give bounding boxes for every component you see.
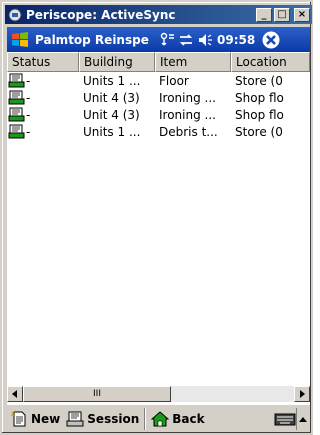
table-row[interactable]: - Unit 4 (3) Ironing ... Shop flo xyxy=(7,106,310,123)
window-title-bar[interactable]: Periscope: ActiveSync _ □ × xyxy=(5,5,312,24)
minimize-button[interactable]: _ xyxy=(256,7,272,22)
nav-title: Palmtop Reinspe xyxy=(35,32,149,47)
column-header-location[interactable]: Location xyxy=(231,52,310,72)
session-icon xyxy=(66,411,84,426)
table-row[interactable]: - Unit 4 (3) Ironing ... Shop flo xyxy=(7,89,310,106)
maximize-button[interactable]: □ xyxy=(274,7,290,22)
record-status-icon xyxy=(8,107,25,122)
pocketpc-nav-bar: Palmtop Reinspe 09:58 xyxy=(7,27,310,52)
session-button[interactable]: Session xyxy=(63,407,142,431)
record-status-icon xyxy=(8,73,25,88)
session-label: Session xyxy=(87,411,140,426)
home-icon xyxy=(151,410,170,426)
back-button[interactable]: Back xyxy=(148,407,207,431)
input-menu-button[interactable] xyxy=(296,407,308,430)
row-item: Debris t... xyxy=(159,124,218,139)
close-window-button[interactable]: × xyxy=(294,7,310,22)
app-window: Periscope: ActiveSync _ □ × Palmtop Rein… xyxy=(0,0,313,435)
row-status: - xyxy=(26,107,31,122)
horizontal-scrollbar[interactable]: III xyxy=(7,386,310,402)
record-status-icon xyxy=(8,124,25,139)
arrow-right-icon xyxy=(300,390,305,398)
row-building: Units 1 ... xyxy=(83,124,141,139)
row-building: Unit 4 (3) xyxy=(83,90,140,105)
inspection-list[interactable]: Status Building Item Location - Units 1 … xyxy=(7,52,310,386)
scroll-left-button[interactable] xyxy=(7,386,23,402)
clock[interactable]: 09:58 xyxy=(217,33,255,47)
column-header-building[interactable]: Building xyxy=(79,52,155,72)
scroll-thumb[interactable]: III xyxy=(23,386,171,402)
row-item: Ironing ... xyxy=(159,90,216,105)
close-icon[interactable] xyxy=(261,30,281,50)
row-location: Shop flo xyxy=(235,90,284,105)
list-header: Status Building Item Location xyxy=(7,52,310,72)
device-screen: Palmtop Reinspe 09:58 Status Building It… xyxy=(7,27,310,432)
row-item: Floor xyxy=(159,73,189,88)
table-row[interactable]: - Units 1 ... Debris t... Store (0 xyxy=(7,123,310,140)
arrow-left-icon xyxy=(12,390,17,398)
table-row[interactable]: - Units 1 ... Floor Store (0 xyxy=(7,72,310,89)
row-status: - xyxy=(26,124,31,139)
record-status-icon xyxy=(8,90,25,105)
scroll-right-button[interactable] xyxy=(294,386,310,402)
separator xyxy=(144,407,147,430)
row-building: Unit 4 (3) xyxy=(83,107,140,122)
back-label: Back xyxy=(172,411,205,426)
periscope-app-icon xyxy=(8,8,22,21)
column-header-status[interactable]: Status xyxy=(7,52,79,72)
row-status: - xyxy=(26,73,31,88)
row-location: Shop flo xyxy=(235,107,284,122)
start-icon[interactable] xyxy=(9,29,31,51)
new-button[interactable]: New xyxy=(7,407,63,431)
connection-icon[interactable] xyxy=(159,32,175,48)
column-header-item[interactable]: Item xyxy=(155,52,231,72)
command-bar: New Session Back xyxy=(7,404,310,432)
new-document-icon xyxy=(11,410,26,426)
sync-icon[interactable] xyxy=(178,32,194,48)
new-label: New xyxy=(31,411,61,426)
row-location: Store (0 xyxy=(235,124,283,139)
keyboard-icon[interactable] xyxy=(274,411,296,427)
row-status: - xyxy=(26,90,31,105)
window-title: Periscope: ActiveSync xyxy=(26,7,176,22)
chevron-up-icon xyxy=(298,416,307,422)
row-building: Units 1 ... xyxy=(83,73,141,88)
thumb-grip: III xyxy=(93,389,101,399)
row-item: Ironing ... xyxy=(159,107,216,122)
input-panel[interactable] xyxy=(274,407,308,430)
row-location: Store (0 xyxy=(235,73,283,88)
volume-icon[interactable] xyxy=(197,32,213,48)
